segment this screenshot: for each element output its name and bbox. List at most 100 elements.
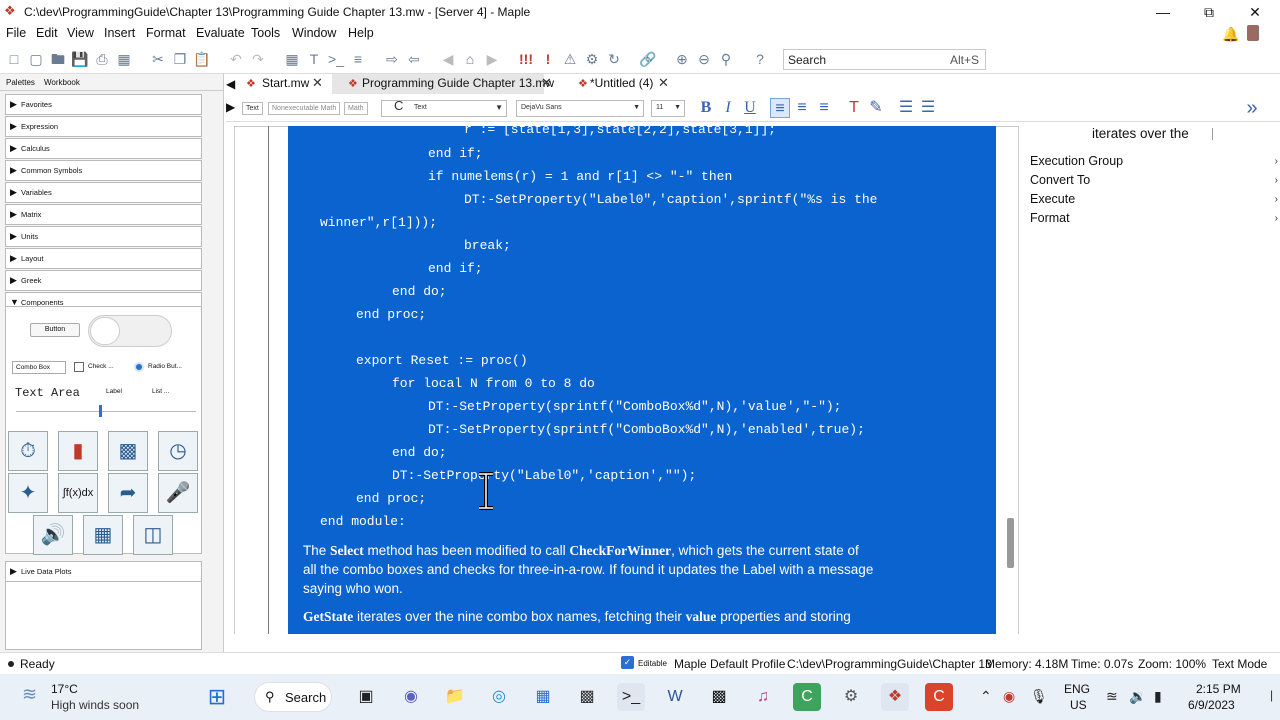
menu-evaluate[interactable]: Evaluate — [196, 26, 245, 40]
menu-edit[interactable]: Edit — [36, 26, 58, 40]
tab-programming-guide[interactable]: Programming Guide Chapter 13.mw — [362, 76, 554, 90]
palette-units[interactable]: ▶ Units — [5, 226, 202, 247]
palette-common-symbols[interactable]: ▶ Common Symbols — [5, 160, 202, 181]
audio-app-icon[interactable]: ♫ — [749, 683, 777, 711]
tab-untitled[interactable]: *Untitled (4) — [590, 76, 653, 90]
tab-scroll-left-icon[interactable]: ◀ — [226, 77, 235, 91]
remote-desktop-icon[interactable]: ▩ — [573, 683, 601, 711]
palette-favorites[interactable]: ▶ Favorites — [5, 94, 202, 115]
stop-icon[interactable]: ⚠ — [560, 49, 580, 69]
wifi-icon[interactable]: ≊ — [1106, 688, 1118, 705]
math-expression-icon[interactable]: ∫f(x)dx — [58, 473, 98, 513]
edge-icon[interactable]: ◎ — [485, 683, 513, 711]
combo-box-component[interactable]: Combo Box — [12, 361, 66, 374]
label-component[interactable]: Label — [106, 388, 122, 395]
palette-greek[interactable]: ▶ Greek — [5, 270, 202, 291]
microphone-icon[interactable]: 🎤 — [158, 473, 198, 513]
microphone-icon[interactable]: 🎙 — [1030, 688, 1048, 705]
menu-help[interactable]: Help — [348, 26, 374, 40]
new-document-icon[interactable]: □ — [4, 49, 24, 69]
grid-icon[interactable]: ▦ — [282, 49, 302, 69]
slider-component[interactable] — [16, 411, 196, 412]
math-mode-icon[interactable]: >_ — [326, 49, 346, 69]
align-right-icon[interactable]: ≡ — [814, 98, 834, 118]
cmd-icon[interactable]: ▩ — [705, 683, 733, 711]
tray-chevron-up-icon[interactable]: ⌃ — [980, 688, 992, 705]
execute-all-icon[interactable]: !!! — [516, 49, 536, 69]
bullet-list-icon[interactable]: ☰ — [896, 98, 916, 118]
menu-tools[interactable]: Tools — [251, 26, 280, 40]
recorder-icon[interactable]: C — [925, 683, 953, 711]
dial-icon[interactable]: ◷ — [158, 431, 198, 471]
avatar[interactable] — [1247, 25, 1259, 41]
list-component[interactable]: List ... — [152, 388, 169, 395]
gauge-icon[interactable]: ⏱ — [8, 431, 48, 471]
close-tab-icon[interactable]: ✕ — [658, 75, 669, 91]
file-explorer-icon[interactable]: 📁 — [441, 683, 469, 711]
back-icon[interactable]: ◀ — [438, 49, 458, 69]
open-icon[interactable]: 🖿 — [48, 49, 68, 69]
camtasia-icon[interactable]: C — [793, 683, 821, 711]
print-icon[interactable]: ⎙ — [92, 49, 112, 69]
tab-palettes[interactable]: Palettes — [6, 78, 35, 87]
store-icon[interactable]: ▦ — [529, 683, 557, 711]
vertical-scrollbar[interactable] — [1004, 128, 1018, 648]
radio-icon[interactable] — [134, 362, 144, 372]
text-mode-icon[interactable]: T — [304, 49, 324, 69]
export-icon[interactable]: ▦ — [114, 49, 134, 69]
indent-icon[interactable]: ⇨ — [382, 49, 402, 69]
tab-workbook[interactable]: Workbook — [44, 78, 80, 87]
settings-icon[interactable]: ⚙ — [837, 683, 865, 711]
font-select[interactable]: DejaVu Sans ▼ — [516, 100, 644, 117]
menu-view[interactable]: View — [67, 26, 94, 40]
save-icon[interactable]: 💾 — [70, 49, 90, 69]
new-worksheet-icon[interactable]: ▢ — [26, 49, 46, 69]
slider-thumb[interactable] — [99, 405, 102, 417]
text-mode-button[interactable]: Text — [242, 102, 263, 115]
weather-temp[interactable]: 17°C — [51, 682, 78, 696]
notification-bell-icon[interactable]: 🔔 — [1222, 26, 1239, 43]
close-tab-icon[interactable]: ✕ — [541, 75, 552, 91]
scrollbar-thumb[interactable] — [1007, 518, 1014, 568]
help-icon[interactable]: ? — [750, 49, 770, 69]
search-input[interactable]: Search Alt+S — [783, 49, 986, 70]
zoom-in-icon[interactable]: ⊕ — [672, 49, 692, 69]
menu-insert[interactable]: Insert — [104, 26, 135, 40]
align-center-icon[interactable]: ≡ — [792, 98, 812, 118]
tab-start[interactable]: Start.mw — [262, 76, 309, 90]
maple-taskbar-icon[interactable]: ❖ — [881, 683, 909, 711]
italic-button[interactable]: I — [718, 98, 738, 118]
menu-window[interactable]: Window — [292, 26, 336, 40]
taskbar-search[interactable]: ⚲ Search — [254, 682, 332, 712]
clock-time[interactable]: 2:15 PM — [1196, 682, 1241, 696]
context-item-convert-to[interactable]: Convert To — [1030, 173, 1090, 187]
speaker-icon[interactable]: 🔊 — [33, 515, 73, 555]
lang-primary[interactable]: ENG — [1064, 682, 1090, 696]
word-icon[interactable]: W — [661, 683, 689, 711]
checkbox-checked-icon[interactable]: ✓ — [621, 656, 634, 669]
plot-icon[interactable]: ▩ — [108, 431, 148, 471]
execute-icon[interactable]: ! — [538, 49, 558, 69]
restart-icon[interactable]: ↻ — [604, 49, 624, 69]
debug-icon[interactable]: ⚙ — [582, 49, 602, 69]
style-select[interactable]: C Text ▼ — [381, 99, 507, 117]
palette-expression[interactable]: ▶ Expression — [5, 116, 202, 137]
context-item-format[interactable]: Format — [1030, 211, 1070, 225]
shortcut-icon[interactable]: ➦ — [108, 473, 148, 513]
redo-icon[interactable]: ↷ — [248, 49, 268, 69]
battery-icon[interactable]: ▮ — [1154, 688, 1162, 705]
tray-app-icon[interactable]: ◉ — [1003, 688, 1015, 705]
paste-icon[interactable]: 📋 — [192, 49, 212, 69]
video-icon[interactable]: ◫ — [133, 515, 173, 555]
bold-button[interactable]: B — [696, 98, 716, 118]
align-left-icon[interactable]: ≡ — [770, 98, 790, 118]
zoom-icon[interactable]: ⚲ — [716, 49, 736, 69]
lang-region[interactable]: US — [1070, 698, 1087, 712]
expand-panel-icon[interactable]: » — [1242, 98, 1262, 118]
cut-icon[interactable]: ✂ — [148, 49, 168, 69]
palette-layout[interactable]: ▶ Layout — [5, 248, 202, 269]
restore-button[interactable]: ⧉ — [1186, 0, 1232, 24]
forward-icon[interactable]: ▶ — [482, 49, 502, 69]
math-mode-button[interactable]: Math — [344, 102, 368, 115]
minimize-button[interactable]: — — [1140, 0, 1186, 24]
